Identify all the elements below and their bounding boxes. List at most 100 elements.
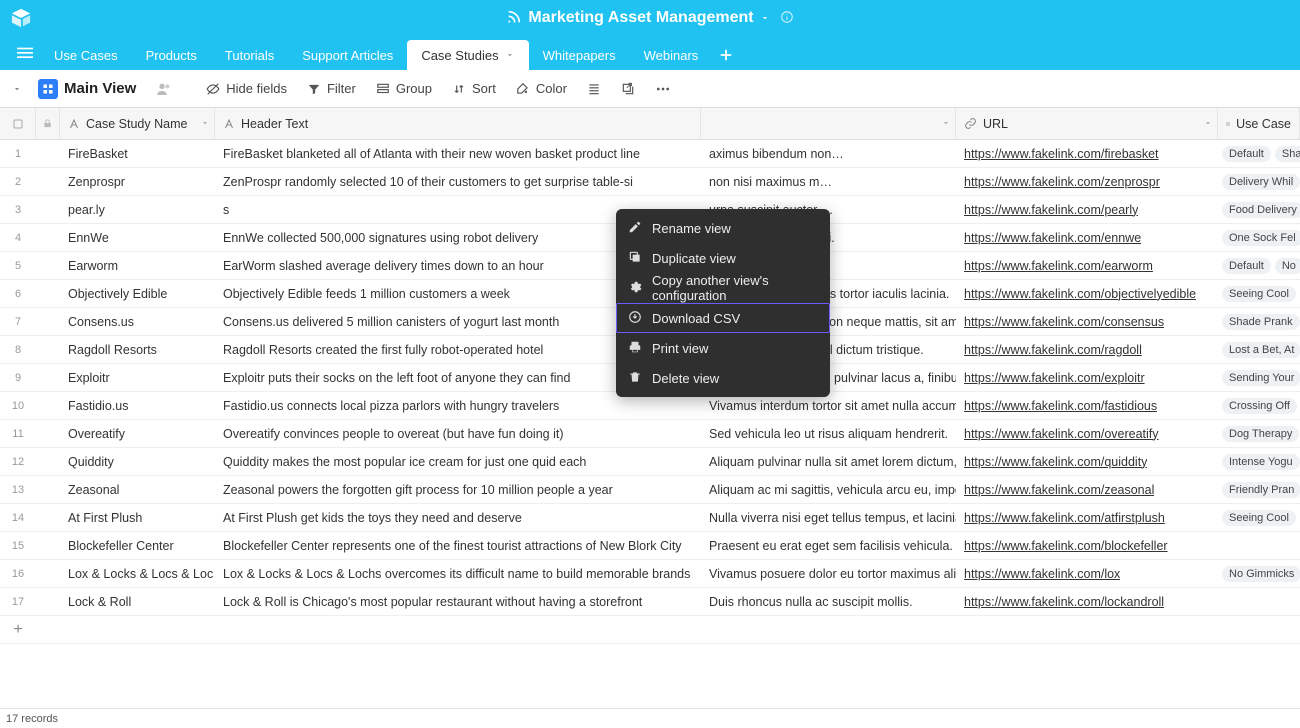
cell-body[interactable]: Duis rhoncus nulla ac suscipit mollis. [701, 588, 956, 615]
cell-use-case[interactable]: Dog Therapy [1218, 420, 1300, 447]
filter-button[interactable]: Filter [299, 77, 364, 100]
url-link[interactable]: https://www.fakelink.com/atfirstplush [964, 511, 1165, 525]
cell-use-case[interactable]: Lost a Bet, At [1218, 336, 1300, 363]
chevron-down-icon[interactable] [760, 11, 770, 26]
cell-url[interactable]: https://www.fakelink.com/atfirstplush [956, 504, 1218, 531]
tab-tutorials[interactable]: Tutorials [211, 40, 288, 70]
cell-body[interactable]: Sed vehicula leo ut risus aliquam hendre… [701, 420, 956, 447]
cell-use-case[interactable]: Intense Yogu [1218, 448, 1300, 475]
url-link[interactable]: https://www.fakelink.com/blockefeller [964, 539, 1168, 553]
hide-fields-button[interactable]: Hide fields [198, 77, 295, 100]
cell-name[interactable]: Consens.us [60, 308, 215, 335]
cell-use-case[interactable]: Delivery Whil [1218, 168, 1300, 195]
tab-use-cases[interactable]: Use Cases [40, 40, 132, 70]
cell-name[interactable]: Quiddity [60, 448, 215, 475]
column-body-text[interactable] [701, 108, 956, 139]
table-row[interactable]: 15Blockefeller CenterBlockefeller Center… [0, 532, 1300, 560]
cell-url[interactable]: https://www.fakelink.com/quiddity [956, 448, 1218, 475]
cell-header[interactable]: Zeasonal powers the forgotten gift proce… [215, 476, 701, 503]
cell-name[interactable]: Ragdoll Resorts [60, 336, 215, 363]
table-row[interactable]: 16Lox & Locks & Locs & Loc…Lox & Locks &… [0, 560, 1300, 588]
more-menu-button[interactable] [647, 77, 679, 101]
tab-whitepapers[interactable]: Whitepapers [529, 40, 630, 70]
cell-use-case[interactable]: Friendly Pran [1218, 476, 1300, 503]
sort-button[interactable]: Sort [444, 77, 504, 100]
cell-header[interactable]: At First Plush get kids the toys they ne… [215, 504, 701, 531]
menu-item-copy-another-view-s-configuration[interactable]: Copy another view's configuration [616, 273, 830, 303]
menu-item-print-view[interactable]: Print view [616, 333, 830, 363]
cell-use-case[interactable]: One Sock Fel [1218, 224, 1300, 251]
cell-url[interactable]: https://www.fakelink.com/overeatify [956, 420, 1218, 447]
url-link[interactable]: https://www.fakelink.com/lox [964, 567, 1120, 581]
menu-item-duplicate-view[interactable]: Duplicate view [616, 243, 830, 273]
chevron-down-icon[interactable] [941, 117, 951, 131]
select-all-checkbox[interactable] [0, 108, 36, 139]
cell-use-case[interactable]: Sending Your [1218, 364, 1300, 391]
cell-url[interactable]: https://www.fakelink.com/exploitr [956, 364, 1218, 391]
table-row[interactable]: 2ZenprosprZenProspr randomly selected 10… [0, 168, 1300, 196]
info-icon[interactable] [780, 10, 794, 27]
cell-header[interactable]: Lox & Locks & Locs & Lochs overcomes its… [215, 560, 701, 587]
cell-header[interactable]: Blockefeller Center represents one of th… [215, 532, 701, 559]
cell-body[interactable]: non nisi maximus m… [701, 168, 956, 195]
cell-header[interactable]: Overeatify convinces people to overeat (… [215, 420, 701, 447]
views-dropdown[interactable] [8, 80, 26, 98]
url-link[interactable]: https://www.fakelink.com/earworm [964, 259, 1153, 273]
cell-name[interactable]: Objectively Edible [60, 280, 215, 307]
cell-name[interactable]: At First Plush [60, 504, 215, 531]
table-row[interactable]: 13ZeasonalZeasonal powers the forgotten … [0, 476, 1300, 504]
column-header-text[interactable]: Header Text [215, 108, 701, 139]
cell-name[interactable]: Lox & Locks & Locs & Loc… [60, 560, 215, 587]
cell-use-case[interactable]: Seeing Cool [1218, 280, 1300, 307]
current-view-button[interactable]: Main View [30, 75, 144, 103]
row-height-button[interactable] [579, 78, 609, 100]
url-link[interactable]: https://www.fakelink.com/exploitr [964, 371, 1145, 385]
cell-name[interactable]: Exploitr [60, 364, 215, 391]
color-button[interactable]: Color [508, 77, 575, 100]
cell-url[interactable]: https://www.fakelink.com/pearly [956, 196, 1218, 223]
cell-use-case[interactable] [1218, 532, 1300, 559]
table-row[interactable]: 11OvereatifyOvereatify convinces people … [0, 420, 1300, 448]
table-row[interactable]: 1FireBasketFireBasket blanketed all of A… [0, 140, 1300, 168]
collaborators-icon[interactable] [148, 77, 180, 101]
url-link[interactable]: https://www.fakelink.com/lockandroll [964, 595, 1164, 609]
cell-body[interactable]: Nulla viverra nisi eget tellus tempus, e… [701, 504, 956, 531]
cell-url[interactable]: https://www.fakelink.com/fastidious [956, 392, 1218, 419]
cell-name[interactable]: Zenprospr [60, 168, 215, 195]
cell-name[interactable]: Overeatify [60, 420, 215, 447]
cell-body[interactable]: Aliquam ac mi sagittis, vehicula arcu eu… [701, 476, 956, 503]
url-link[interactable]: https://www.fakelink.com/zeasonal [964, 483, 1154, 497]
cell-name[interactable]: Blockefeller Center [60, 532, 215, 559]
url-link[interactable]: https://www.fakelink.com/ennwe [964, 231, 1141, 245]
cell-use-case[interactable]: Crossing Off [1218, 392, 1300, 419]
chevron-down-icon[interactable] [505, 48, 515, 63]
cell-name[interactable]: FireBasket [60, 140, 215, 167]
cell-use-case[interactable]: DefaultSha [1218, 140, 1300, 167]
add-row-button[interactable]: + [0, 616, 1300, 644]
column-use-case[interactable]: Use Case [1218, 108, 1300, 139]
cell-use-case[interactable] [1218, 588, 1300, 615]
url-link[interactable]: https://www.fakelink.com/firebasket [964, 147, 1159, 161]
cell-name[interactable]: Zeasonal [60, 476, 215, 503]
cell-url[interactable]: https://www.fakelink.com/lockandroll [956, 588, 1218, 615]
cell-url[interactable]: https://www.fakelink.com/objectivelyedib… [956, 280, 1218, 307]
cell-name[interactable]: Fastidio.us [60, 392, 215, 419]
url-link[interactable]: https://www.fakelink.com/ragdoll [964, 343, 1142, 357]
cell-use-case[interactable]: Seeing Cool [1218, 504, 1300, 531]
url-link[interactable]: https://www.fakelink.com/objectivelyedib… [964, 287, 1196, 301]
cell-body[interactable]: aximus bibendum non… [701, 140, 956, 167]
cell-header[interactable]: Quiddity makes the most popular ice crea… [215, 448, 701, 475]
cell-header[interactable]: Lock & Roll is Chicago's most popular re… [215, 588, 701, 615]
cell-header[interactable]: FireBasket blanketed all of Atlanta with… [215, 140, 701, 167]
table-row[interactable]: 17Lock & RollLock & Roll is Chicago's mo… [0, 588, 1300, 616]
column-url[interactable]: URL [956, 108, 1218, 139]
chevron-down-icon[interactable] [200, 117, 210, 131]
menu-item-download-csv[interactable]: Download CSV [616, 303, 830, 333]
hamburger-icon[interactable] [10, 36, 40, 70]
cell-use-case[interactable]: Shade Prank [1218, 308, 1300, 335]
share-view-button[interactable] [613, 78, 643, 100]
cell-url[interactable]: https://www.fakelink.com/earworm [956, 252, 1218, 279]
cell-url[interactable]: https://www.fakelink.com/lox [956, 560, 1218, 587]
url-link[interactable]: https://www.fakelink.com/overeatify [964, 427, 1159, 441]
url-link[interactable]: https://www.fakelink.com/fastidious [964, 399, 1157, 413]
